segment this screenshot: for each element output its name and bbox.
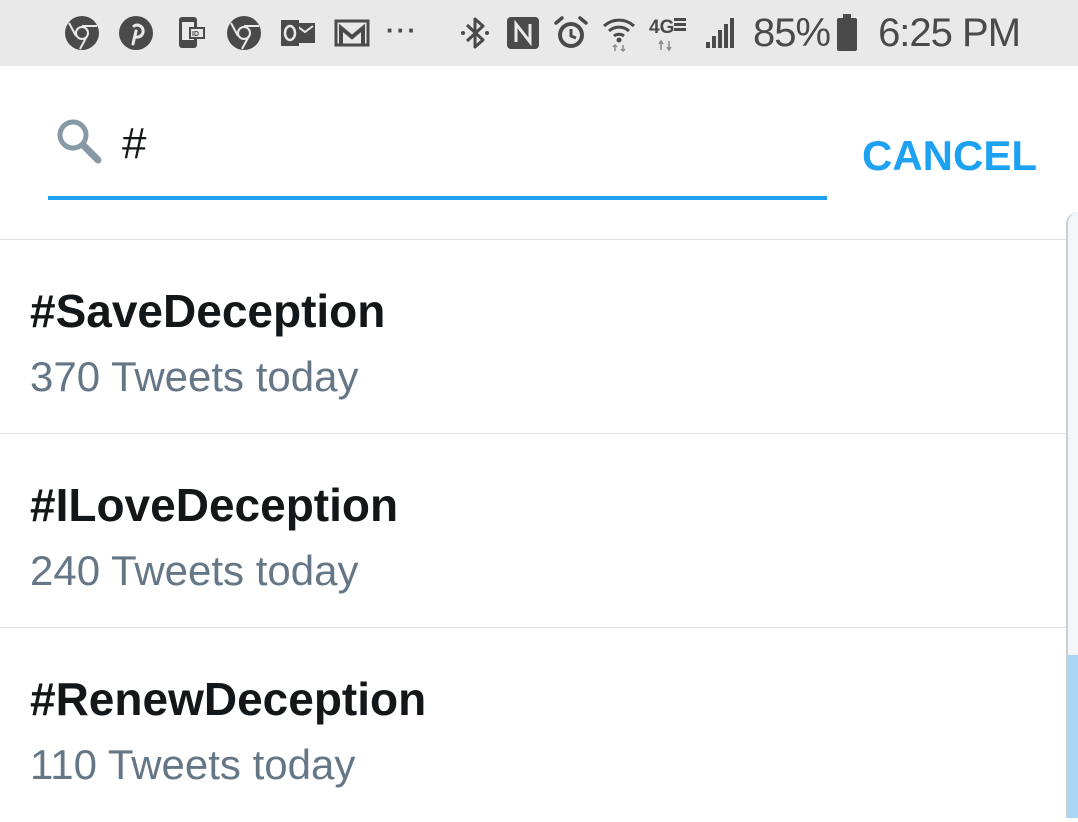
hashtag-title: #SaveDeception — [30, 285, 386, 337]
hashtag-title: #RenewDeception — [30, 673, 427, 725]
chrome-icon — [224, 13, 264, 53]
gmail-icon — [332, 13, 372, 53]
search-icon — [54, 116, 104, 166]
outlook-icon — [278, 13, 318, 53]
search-box[interactable] — [48, 110, 827, 200]
chrome-icon — [62, 13, 102, 53]
scrollbar-thumb[interactable] — [1068, 655, 1078, 818]
bluetooth-icon — [455, 13, 495, 53]
hashtag-result[interactable]: #RenewDeception 110 Tweets today — [0, 628, 1066, 822]
tweet-count: 110 Tweets today — [30, 741, 356, 788]
battery-icon — [834, 13, 860, 53]
pinterest-icon — [116, 13, 156, 53]
notification-icons: ID ··· — [62, 11, 440, 55]
hashtag-result[interactable]: #ILoveDeception 240 Tweets today — [0, 434, 1066, 628]
alarm-icon — [551, 13, 591, 53]
hashtag-result[interactable]: #SaveDeception 370 Tweets today — [0, 240, 1066, 434]
lte-icon: 4G — [647, 13, 693, 53]
battery-percent: 85% — [753, 10, 831, 55]
nfc-icon — [503, 13, 543, 53]
tweet-count: 370 Tweets today — [30, 353, 359, 400]
hashtag-title: #ILoveDeception — [30, 479, 399, 531]
typeahead-results: #SaveDeception 370 Tweets today #ILoveDe… — [0, 240, 1066, 822]
network-label: 4G — [649, 17, 674, 38]
caller-id-icon: ID — [170, 13, 210, 53]
svg-text:ID: ID — [192, 31, 199, 38]
search-input[interactable] — [122, 114, 802, 174]
search-header: CANCEL — [0, 66, 1078, 240]
status-bar: ID ··· 4G 85% 6:25 PM — [0, 0, 1078, 66]
signal-icon — [701, 13, 741, 53]
clock: 6:25 PM — [878, 10, 1021, 55]
wifi-icon — [599, 13, 639, 53]
overflow-dots: ··· — [386, 14, 418, 45]
cancel-button[interactable]: CANCEL — [862, 128, 1052, 184]
system-icons: 4G 85% 6:25 PM — [455, 9, 1021, 57]
tweet-count: 240 Tweets today — [30, 547, 359, 594]
